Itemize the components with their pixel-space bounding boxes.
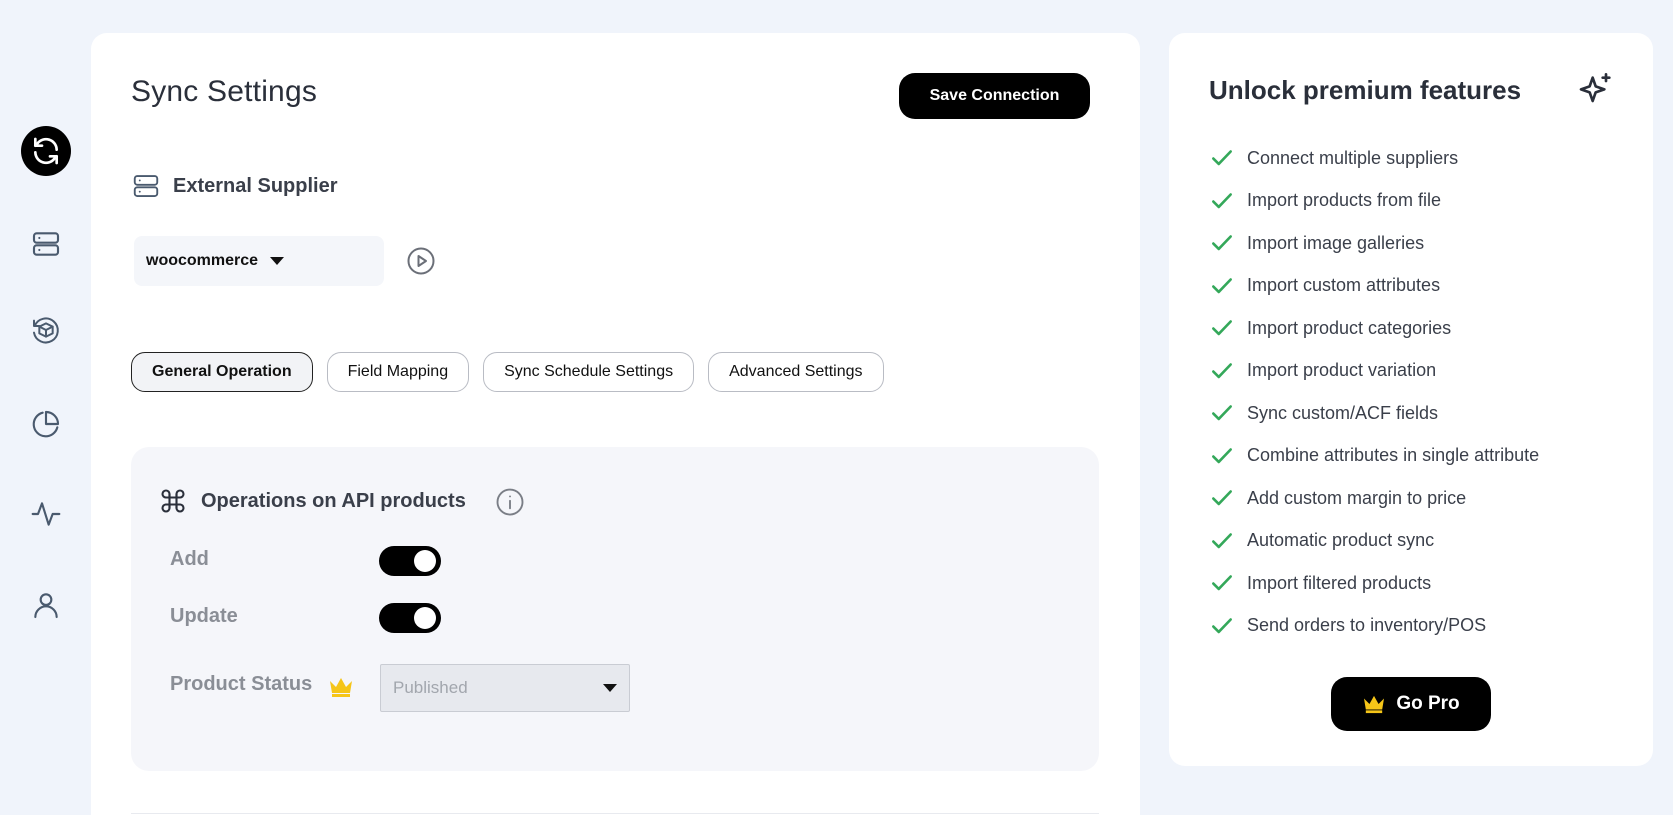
- sparkle-icon: [1579, 73, 1611, 103]
- check-icon: [1212, 192, 1232, 209]
- tab-field-mapping[interactable]: Field Mapping: [326, 352, 470, 392]
- check-icon: [1212, 447, 1232, 464]
- supplier-select[interactable]: woocommerce: [134, 236, 384, 286]
- check-icon: [1212, 617, 1232, 634]
- check-icon: [1212, 532, 1232, 549]
- premium-feature-label: Combine attributes in single attribute: [1247, 445, 1540, 466]
- supplier-heading: External Supplier: [131, 171, 338, 201]
- play-circle-icon[interactable]: [406, 246, 436, 276]
- go-pro-label: Go Pro: [1396, 693, 1460, 714]
- premium-feature-label: Automatic product sync: [1247, 530, 1435, 551]
- premium-feature-item: Send orders to inventory/POS: [1209, 605, 1539, 648]
- operations-heading-label: Operations on API products: [201, 489, 466, 512]
- caret-down-icon: [270, 257, 285, 265]
- premium-feature-item: Connect multiple suppliers: [1209, 137, 1539, 180]
- premium-feature-item: Import image galleries: [1209, 222, 1539, 265]
- premium-feature-item: Combine attributes in single attribute: [1209, 435, 1539, 478]
- supplier-heading-label: External Supplier: [173, 174, 338, 197]
- operations-panel: Operations on API products Add Update Pr…: [131, 447, 1099, 771]
- update-label: Update: [170, 605, 238, 627]
- premium-feature-item: Import product variation: [1209, 350, 1539, 393]
- product-status-label: Product Status: [170, 673, 313, 695]
- check-icon: [1212, 575, 1232, 591]
- go-pro-button[interactable]: Go Pro: [1331, 677, 1491, 731]
- premium-feature-item: Import products from file: [1209, 180, 1539, 223]
- premium-feature-item: Import product categories: [1209, 307, 1539, 350]
- crown-icon: [1364, 695, 1385, 714]
- premium-feature-label: Import custom attributes: [1247, 275, 1441, 296]
- sync-icon: [34, 137, 58, 165]
- user-icon: [34, 593, 58, 619]
- sidebar-item-activity[interactable]: [21, 489, 71, 539]
- settings-tabs: General Operation Field Mapping Sync Sch…: [131, 352, 884, 392]
- sidebar-item-reports[interactable]: [21, 399, 71, 449]
- server-icon: [133, 175, 159, 197]
- premium-title: Unlock premium features: [1209, 75, 1522, 105]
- add-label: Add: [170, 548, 209, 570]
- check-icon: [1212, 320, 1232, 336]
- update-toggle[interactable]: [379, 603, 441, 633]
- supplier-select-value: woocommerce: [146, 252, 259, 269]
- check-icon: [1212, 277, 1232, 294]
- premium-feature-label: Add custom margin to price: [1247, 487, 1467, 508]
- sidebar: [0, 0, 92, 815]
- sidebar-item-account[interactable]: [21, 580, 71, 630]
- sidebar-item-products[interactable]: [21, 305, 71, 355]
- premium-feature-label: Import product categories: [1247, 317, 1452, 338]
- page-title: Sync Settings: [131, 75, 318, 108]
- premium-feature-item: Add custom margin to price: [1209, 477, 1539, 520]
- info-icon[interactable]: [495, 487, 525, 517]
- operations-heading: Operations on API products: [159, 487, 466, 515]
- add-toggle[interactable]: [379, 546, 441, 576]
- sidebar-item-sync[interactable]: [21, 126, 71, 176]
- tab-general-operation[interactable]: General Operation: [131, 352, 313, 392]
- premium-feature-item: Sync custom/ACF fields: [1209, 392, 1539, 435]
- premium-feature-list: Connect multiple suppliers Import product…: [1209, 137, 1539, 647]
- premium-feature-label: Import product variation: [1247, 360, 1437, 381]
- caret-down-icon: [603, 684, 617, 692]
- premium-feature-item: Import custom attributes: [1209, 265, 1539, 308]
- check-icon: [1212, 235, 1232, 251]
- product-status-value: Published: [393, 678, 468, 697]
- premium-feature-label: Import image galleries: [1247, 232, 1425, 253]
- premium-feature-label: Send orders to inventory/POS: [1247, 615, 1487, 636]
- activity-icon: [31, 502, 61, 526]
- premium-feature-item: Automatic product sync: [1209, 520, 1539, 563]
- product-status-select[interactable]: Published: [380, 664, 630, 712]
- server-icon: [32, 232, 60, 256]
- crown-icon: [330, 678, 352, 697]
- box-refresh-icon: [33, 317, 59, 344]
- check-icon: [1212, 490, 1232, 506]
- section-divider: [131, 813, 1099, 814]
- premium-feature-label: Import products from file: [1247, 190, 1442, 211]
- premium-feature-label: Connect multiple suppliers: [1247, 147, 1459, 168]
- check-icon: [1212, 362, 1232, 379]
- premium-feature-label: Import filtered products: [1247, 572, 1432, 593]
- pie-chart-icon: [32, 410, 60, 438]
- premium-card: Unlock premium features Connect multiple…: [1169, 33, 1653, 766]
- check-icon: [1212, 405, 1232, 421]
- premium-feature-label: Sync custom/ACF fields: [1247, 402, 1439, 423]
- check-icon: [1212, 150, 1232, 166]
- tab-advanced-settings[interactable]: Advanced Settings: [708, 352, 884, 392]
- sidebar-item-suppliers[interactable]: [21, 219, 71, 269]
- tab-sync-schedule-settings[interactable]: Sync Schedule Settings: [483, 352, 695, 392]
- premium-feature-item: Import filtered products: [1209, 562, 1539, 605]
- save-connection-button[interactable]: Save Connection: [899, 73, 1090, 119]
- sync-settings-card: Sync Settings Save Connection External S…: [91, 33, 1140, 815]
- command-icon: [161, 489, 185, 513]
